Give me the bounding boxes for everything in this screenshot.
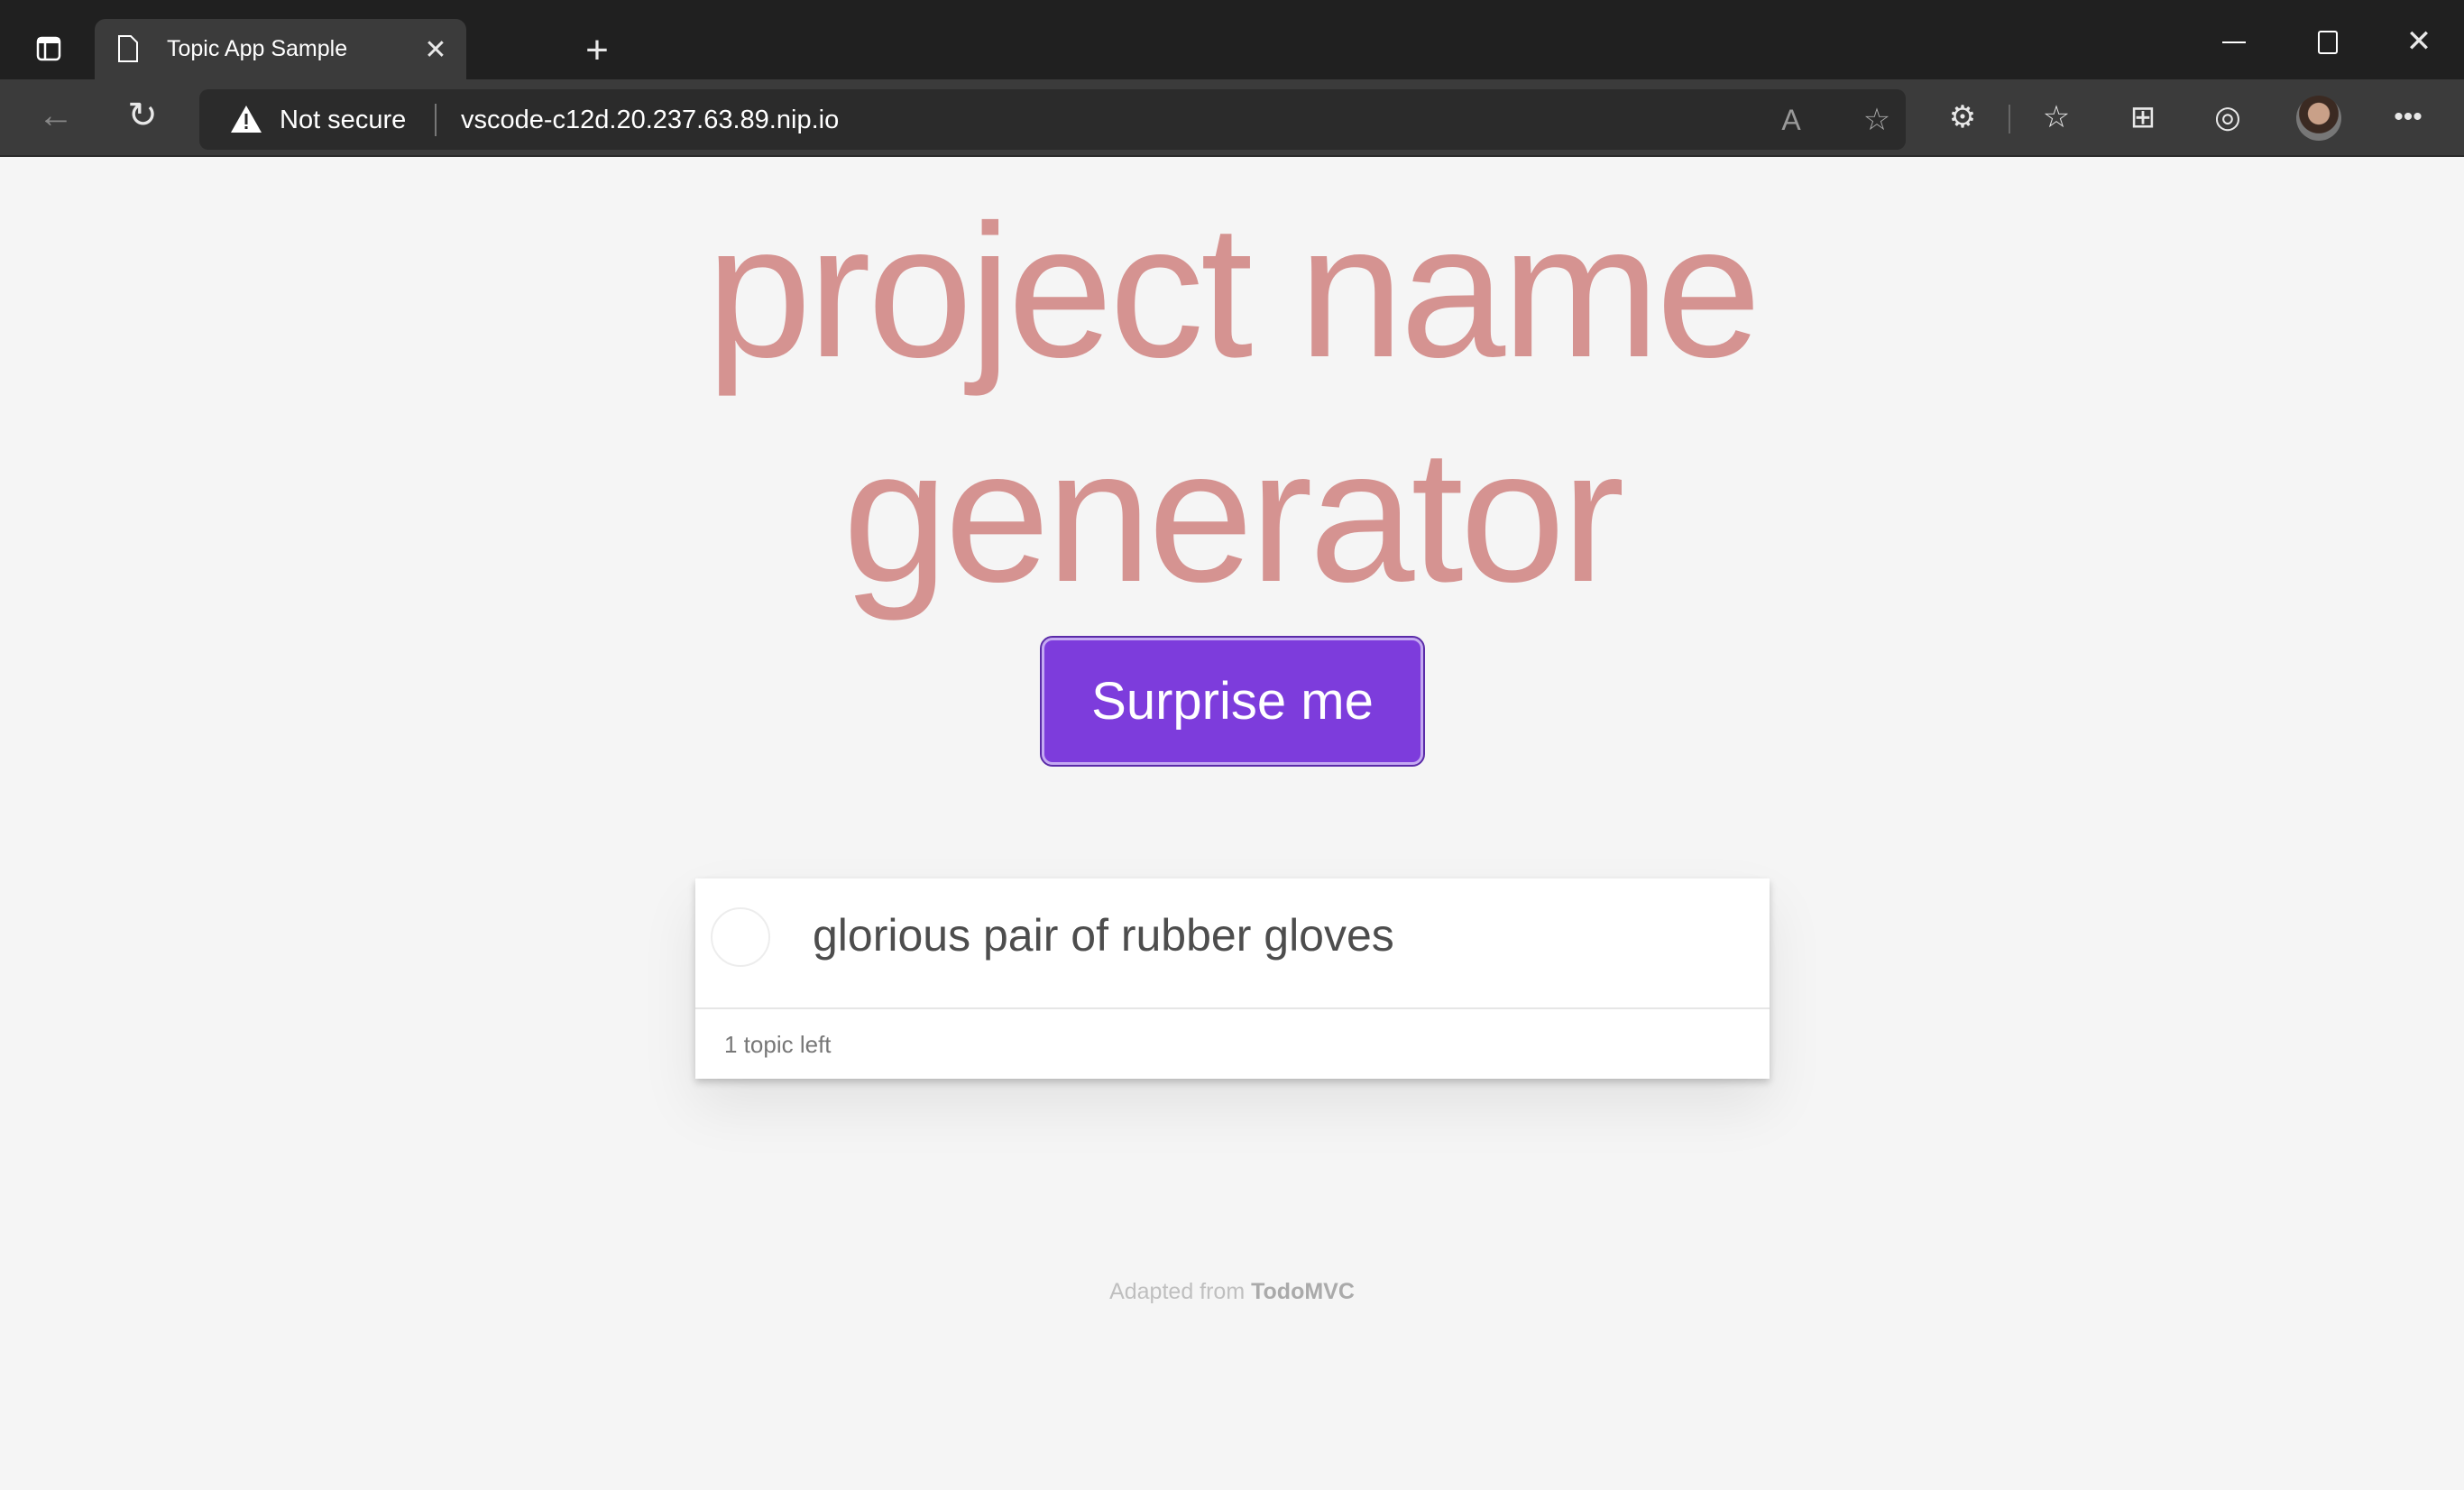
complete-toggle-checkbox[interactable] <box>711 907 770 967</box>
address-bar[interactable]: Not secure vscode-c12d.20.237.63.89.nip.… <box>199 89 1906 150</box>
add-favorite-icon[interactable]: ☆ <box>1859 102 1895 138</box>
page-title-line1: project name <box>706 185 1761 397</box>
collections-icon[interactable]: ⊞ <box>2123 97 2163 137</box>
favorites-icon[interactable]: ☆ <box>2036 97 2076 137</box>
web-capture-icon[interactable]: ◎ <box>2208 97 2248 137</box>
page-title-line2: generator <box>842 409 1625 621</box>
security-label[interactable]: Not secure <box>280 106 406 135</box>
read-aloud-icon[interactable]: A <box>1773 102 1809 138</box>
maximize-icon[interactable] <box>2318 31 2338 54</box>
divider <box>435 104 437 136</box>
tab-actions-icon[interactable] <box>31 32 67 65</box>
list-item: glorious pair of rubber gloves <box>695 878 1770 1009</box>
footer-credit: Adapted from TodoMVC <box>0 1279 2464 1305</box>
footer-prefix: Adapted from <box>1109 1279 1252 1304</box>
refresh-icon[interactable]: ↻ <box>123 96 162 135</box>
todomvc-link[interactable]: TodoMVC <box>1251 1279 1355 1304</box>
warning-icon <box>230 104 262 134</box>
close-tab-icon[interactable]: ✕ <box>419 33 452 66</box>
topic-list: glorious pair of rubber gloves 1 topic l… <box>695 878 1770 1079</box>
new-tab-icon[interactable]: + <box>577 28 617 72</box>
tab-topic-app[interactable]: Topic App Sample ✕ <box>95 19 466 79</box>
topic-count: 1 topic left <box>724 1031 832 1058</box>
extensions-icon[interactable]: ⚙ <box>1943 97 1982 137</box>
browser-toolbar: ← ↻ Not secure vscode-c12d.20.237.63.89.… <box>0 79 2464 157</box>
page-icon <box>115 32 142 66</box>
url-text[interactable]: vscode-c12d.20.237.63.89.nip.io <box>461 106 839 135</box>
back-icon[interactable]: ← <box>36 96 76 135</box>
minimize-icon[interactable] <box>2222 41 2246 43</box>
tab-bar: Topic App Sample ✕ + ✕ <box>0 0 2464 79</box>
divider <box>2009 105 2010 133</box>
surprise-me-button[interactable]: Surprise me <box>1040 636 1425 767</box>
more-options-icon[interactable]: ••• <box>2388 97 2428 137</box>
profile-avatar[interactable] <box>2296 96 2341 141</box>
close-window-icon[interactable]: ✕ <box>2403 24 2435 59</box>
topic-text[interactable]: glorious pair of rubber gloves <box>813 909 1394 961</box>
tab-title: Topic App Sample <box>167 36 348 61</box>
